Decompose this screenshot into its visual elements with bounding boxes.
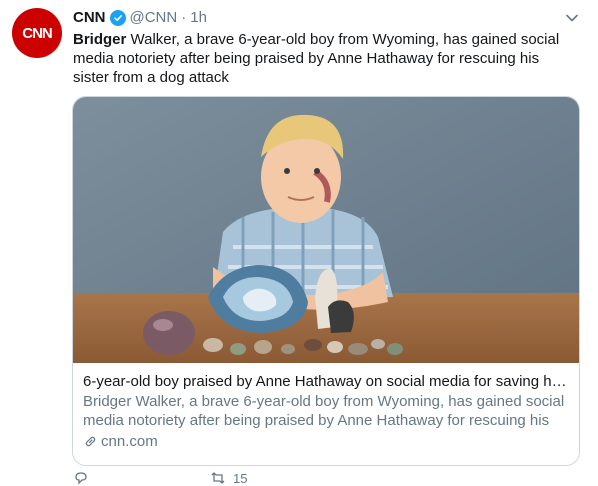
separator-dot: · <box>181 9 187 26</box>
verified-badge-icon <box>109 9 126 26</box>
link-icon <box>85 436 96 447</box>
card-image <box>73 97 579 363</box>
tweet-text: Bridger Walker, a brave 6-year-old boy f… <box>73 30 573 87</box>
link-card[interactable]: 6-year-old boy praised by Anne Hathaway … <box>72 96 580 466</box>
tweet-header: CNN @CNN · 1h <box>73 9 207 26</box>
user-handle[interactable]: @CNN <box>130 9 178 26</box>
display-name[interactable]: CNN <box>73 9 106 26</box>
card-domain[interactable]: cnn.com <box>83 432 569 451</box>
tweet-text-body: Walker, a brave 6-year-old boy from Wyom… <box>73 31 560 86</box>
card-domain-text: cnn.com <box>101 433 158 450</box>
retweet-icon <box>211 472 225 484</box>
reply-button[interactable] <box>73 470 89 486</box>
tweet-actions: 15 <box>73 470 247 486</box>
avatar-logo-text: CNN <box>22 24 52 42</box>
timestamp[interactable]: 1h <box>190 9 207 26</box>
tweet-text-bold: Bridger <box>73 31 127 48</box>
card-body: 6-year-old boy praised by Anne Hathaway … <box>73 363 579 460</box>
avatar[interactable]: CNN <box>12 8 62 58</box>
retweet-count: 15 <box>233 470 248 486</box>
caret-down-icon[interactable] <box>564 10 580 26</box>
reply-icon <box>75 472 87 485</box>
card-description: Bridger Walker, a brave 6-year-old boy f… <box>83 393 565 429</box>
card-title[interactable]: 6-year-old boy praised by Anne Hathaway … <box>83 372 569 391</box>
retweet-button[interactable]: 15 <box>209 470 247 486</box>
